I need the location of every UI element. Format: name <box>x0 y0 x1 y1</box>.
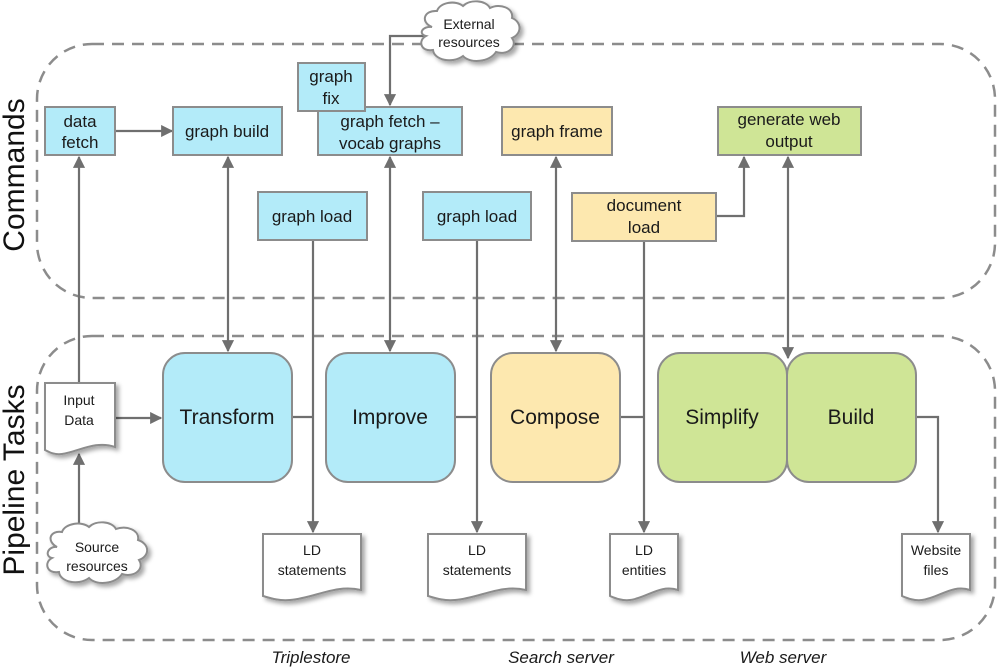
task-label: Transform <box>180 406 275 429</box>
task-label: Improve <box>352 406 428 429</box>
document-label: files <box>924 562 949 578</box>
task-label: Simplify <box>685 406 759 429</box>
task-compose[interactable]: Compose <box>490 352 621 483</box>
cloud-source-resources: Source resources <box>46 521 149 584</box>
task-simplify[interactable]: Simplify <box>657 352 788 483</box>
document-label: Website <box>911 542 962 558</box>
document-label: Data <box>64 412 94 428</box>
command-label: fetch <box>62 133 99 152</box>
server-label-web-server: Web server <box>740 648 828 667</box>
cloud-label: Source <box>75 539 120 555</box>
command-label: document <box>607 196 682 215</box>
arrow-build-to-website-files <box>916 415 945 534</box>
cloud-label: resources <box>438 34 499 50</box>
document-label: statements <box>443 562 511 578</box>
command-label: graph build <box>185 122 269 141</box>
task-build[interactable]: Build <box>786 352 917 483</box>
document-ld-entities: LD entities <box>609 533 679 602</box>
task-improve[interactable]: Improve <box>325 352 456 483</box>
document-website-files: Website files <box>901 533 971 602</box>
cloud-label: resources <box>66 558 127 574</box>
command-label: generate web <box>737 110 840 129</box>
command-graph-load-1[interactable]: graph load <box>257 191 368 241</box>
command-generate-web-output[interactable]: generate web output <box>717 106 862 156</box>
document-input-data: Input Data <box>44 382 116 456</box>
arrow-document-load-to-generate <box>716 155 751 218</box>
command-label: graph load <box>272 207 352 226</box>
pipeline-diagram: Commands Pipeline Tasks data fetch graph… <box>0 0 997 667</box>
command-label: output <box>765 132 813 151</box>
task-label: Compose <box>510 406 600 429</box>
command-graph-build[interactable]: graph build <box>172 106 283 156</box>
cloud-external-resources: External resources <box>420 0 521 62</box>
command-graph-fetch[interactable]: graph fetch – vocab graphs <box>317 106 463 156</box>
command-label: load <box>628 218 660 237</box>
document-label: statements <box>278 562 346 578</box>
command-label: graph <box>309 67 352 86</box>
task-transform[interactable]: Transform <box>162 352 293 483</box>
document-ld-statements-1: LD statements <box>262 533 362 602</box>
task-label: Build <box>828 406 875 429</box>
command-label: fix <box>323 89 341 108</box>
command-graph-frame[interactable]: graph frame <box>501 106 613 156</box>
document-label: LD <box>635 542 653 558</box>
command-label: data <box>63 112 97 131</box>
pipeline-section-label: Pipeline Tasks <box>0 384 31 575</box>
document-label: LD <box>303 542 321 558</box>
cloud-label: External <box>443 16 494 32</box>
server-label-search-server: Search server <box>508 648 615 667</box>
document-label: Input <box>63 392 94 408</box>
document-label: entities <box>622 562 666 578</box>
commands-container <box>35 42 997 300</box>
command-label: vocab graphs <box>339 134 441 153</box>
document-ld-statements-2: LD statements <box>427 533 527 602</box>
command-graph-fix[interactable]: graph fix <box>297 62 366 112</box>
server-label-triplestore: Triplestore <box>271 648 350 667</box>
commands-section-label: Commands <box>0 98 31 251</box>
command-label: graph fetch – <box>340 112 440 131</box>
document-label: LD <box>468 542 486 558</box>
command-document-load[interactable]: document load <box>571 192 717 242</box>
command-label: graph frame <box>511 122 603 141</box>
command-data-fetch[interactable]: data fetch <box>44 106 116 156</box>
command-label: graph load <box>437 207 517 226</box>
arrow-external-to-graph-fetch <box>383 34 425 107</box>
command-graph-load-2[interactable]: graph load <box>422 191 532 241</box>
